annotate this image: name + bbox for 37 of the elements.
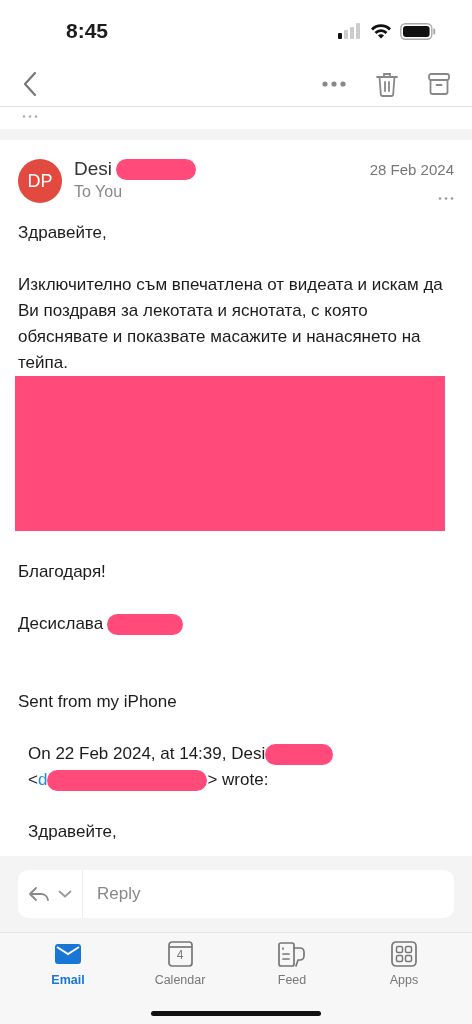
quote-header: On 22 Feb 2024, at 14:39, Desi	[28, 743, 266, 765]
quoted-paragraph: Здравейте,	[28, 821, 118, 843]
feed-icon	[278, 941, 306, 967]
angle-bracket: <	[28, 769, 38, 791]
collapsed-thread-icon	[22, 115, 38, 118]
body-paragraph: Благодаря!	[18, 561, 107, 583]
apps-grid-icon	[391, 941, 417, 967]
recipient-label: To You	[74, 183, 124, 201]
back-button[interactable]	[22, 71, 38, 97]
tab[interactable]: Apps	[364, 940, 444, 987]
chevron-down-icon	[58, 890, 72, 898]
wifi-icon	[370, 23, 392, 39]
calendar-icon	[167, 941, 193, 967]
more-icon[interactable]	[438, 197, 454, 200]
envelope-icon	[54, 942, 82, 966]
more-button[interactable]	[322, 81, 346, 87]
battery-icon	[400, 22, 436, 40]
reply-icon	[28, 886, 50, 902]
quote-wrote-label: > wrote:	[207, 769, 269, 791]
clock-time: 8:45	[66, 19, 110, 43]
archive-button[interactable]	[428, 73, 450, 95]
delete-button[interactable]	[376, 71, 398, 97]
tab[interactable]: Feed	[252, 940, 332, 987]
body-paragraph: Здравейте,	[18, 222, 108, 244]
signature-line: Sent from my iPhone	[18, 691, 178, 713]
tab[interactable]: Email	[28, 940, 108, 987]
body-paragraph: Изключително съм впечатлена от видеата и искам да Ви поздравя за лекотата и яснотата, с която обяснявате и показвате масажите и нанасянето на тейпа.	[18, 274, 444, 374]
avatar: DP	[18, 159, 62, 203]
sender-signature: Десислава	[18, 613, 104, 635]
tab[interactable]: 4 Calendar	[140, 940, 220, 987]
reply-options-button[interactable]	[18, 870, 83, 918]
message-date: 28 Feb 2024	[369, 161, 454, 178]
email-link[interactable]: d	[37, 767, 48, 793]
sender-name: Desi	[74, 158, 112, 180]
reply-field[interactable]: Reply	[83, 870, 454, 918]
calendar-day: 4	[176, 949, 184, 962]
signal-icon	[338, 23, 362, 39]
